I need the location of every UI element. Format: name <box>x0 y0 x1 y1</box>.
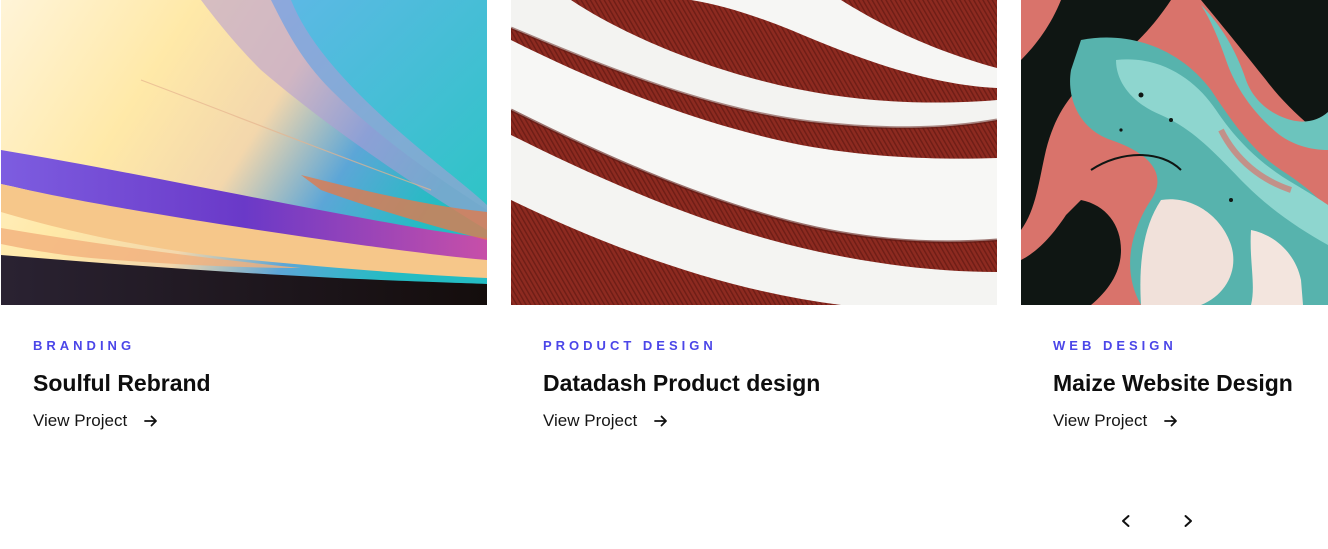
view-project-link[interactable]: View Project <box>1053 411 1179 431</box>
arrow-right-icon <box>653 413 669 429</box>
project-card: WEB DESIGN Maize Website Design View Pro… <box>1021 0 1328 431</box>
view-project-link[interactable]: View Project <box>543 411 669 431</box>
view-project-label: View Project <box>543 411 638 430</box>
project-image-soulful[interactable] <box>1 0 487 305</box>
marble-image <box>1021 0 1328 305</box>
next-button[interactable] <box>1176 509 1200 533</box>
project-carousel: BRANDING Soulful Rebrand View Project PR… <box>0 0 1328 549</box>
project-image-maize[interactable] <box>1021 0 1328 305</box>
project-card: BRANDING Soulful Rebrand View Project <box>1 0 487 431</box>
abstract-light-image <box>1 0 487 305</box>
view-project-link[interactable]: View Project <box>33 411 159 431</box>
arrow-right-icon <box>143 413 159 429</box>
project-category: WEB DESIGN <box>1053 338 1177 353</box>
chevron-left-icon <box>1122 515 1130 527</box>
previous-button[interactable] <box>1114 509 1138 533</box>
arrow-right-icon <box>1163 413 1179 429</box>
curved-stripes-image <box>511 0 997 305</box>
carousel-navigation <box>1114 509 1200 533</box>
view-project-label: View Project <box>33 411 128 430</box>
project-image-datadash[interactable] <box>511 0 997 305</box>
project-category: PRODUCT DESIGN <box>543 338 717 353</box>
project-title: Datadash Product design <box>543 370 821 396</box>
project-title: Soulful Rebrand <box>33 370 211 396</box>
view-project-label: View Project <box>1053 411 1148 430</box>
project-card: PRODUCT DESIGN Datadash Product design V… <box>511 0 997 431</box>
project-title: Maize Website Design <box>1053 370 1293 396</box>
chevron-right-icon <box>1184 515 1192 527</box>
project-category: BRANDING <box>33 338 136 353</box>
